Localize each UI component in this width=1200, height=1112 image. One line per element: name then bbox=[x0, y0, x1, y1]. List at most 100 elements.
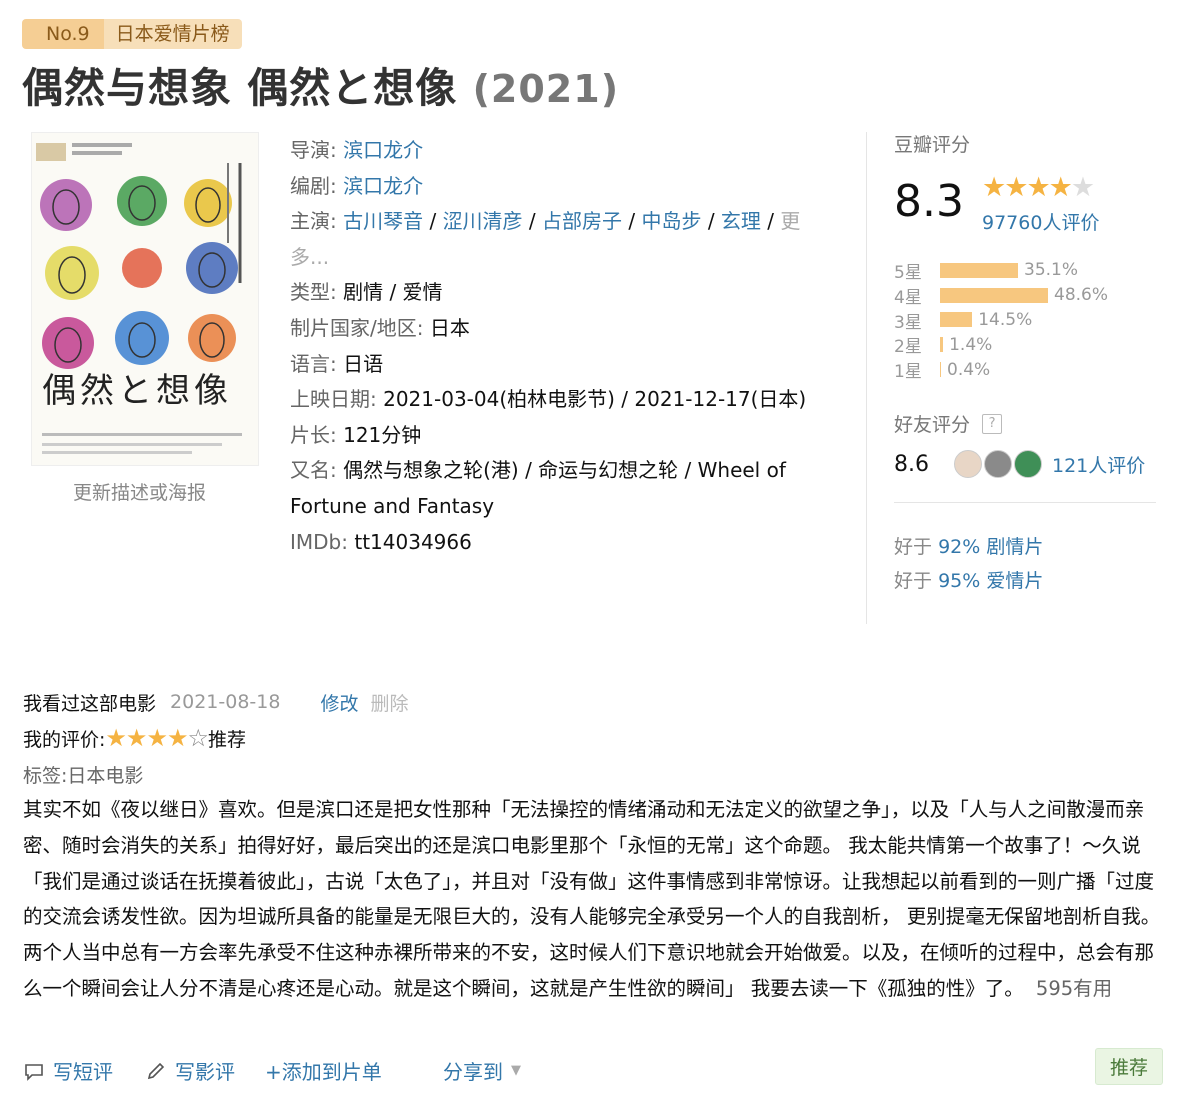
avatar[interactable] bbox=[1014, 450, 1042, 478]
distribution-percent: 48.6% bbox=[1054, 285, 1109, 306]
distribution-percent: 35.1% bbox=[1024, 260, 1079, 281]
comment-icon bbox=[25, 1063, 43, 1081]
star-filled-icon[interactable]: ★ bbox=[167, 724, 188, 752]
star-filled-icon: ★ bbox=[1048, 172, 1073, 203]
rating-count-link[interactable]: 97760人评价 bbox=[982, 208, 1099, 235]
language-value: 日语 bbox=[343, 351, 384, 376]
cast-link[interactable]: 占部房子 bbox=[542, 209, 622, 233]
better-than-percent[interactable]: 92% bbox=[938, 536, 980, 558]
genre-label: 类型: bbox=[290, 280, 337, 305]
star-filled-icon[interactable]: ★ bbox=[146, 724, 167, 752]
recommend-button[interactable]: 推荐 bbox=[1094, 1048, 1163, 1085]
movie-info: 导演: 滨口龙介 编剧: 滨口龙介 主演: 古川琴音 / 涩川清彦 / 占部房子… bbox=[290, 133, 835, 560]
better-than-prefix: 好于 bbox=[894, 570, 933, 592]
poster-artwork bbox=[32, 133, 258, 465]
vertical-divider bbox=[866, 132, 867, 624]
my-rating-word: 推荐 bbox=[207, 728, 246, 751]
my-review: 我看过这部电影 2021-08-18 修改 删除 我的评价: ★★★★☆ 推荐 … bbox=[23, 684, 1168, 1007]
distribution-label: 3星 bbox=[894, 312, 922, 333]
page-title: 偶然与想象 偶然と想像 (2021) bbox=[22, 54, 619, 114]
rank-list-name[interactable]: 日本爱情片榜 bbox=[103, 19, 242, 49]
share-button[interactable]: 分享到 ▼ bbox=[443, 1056, 521, 1085]
director-row: 导演: 滨口龙介 bbox=[290, 133, 835, 169]
friend-rating-label: 好友评分 bbox=[894, 414, 971, 436]
cast-link[interactable]: 中岛步 bbox=[641, 209, 701, 233]
distribution-bar bbox=[940, 337, 944, 353]
distribution-row: 2星 1.4% bbox=[894, 332, 1164, 358]
release-row: 上映日期: 2021-03-04(柏林电影节) / 2021-12-17(日本) bbox=[290, 382, 835, 418]
my-rating-stars[interactable]: ★★★★☆ bbox=[105, 724, 209, 752]
watched-label: 我看过这部电影 bbox=[23, 692, 157, 715]
rating-stars: ★★★★★ bbox=[982, 172, 1095, 203]
distribution-row: 5星 35.1% bbox=[894, 258, 1164, 283]
help-icon[interactable]: ? bbox=[982, 413, 1003, 434]
star-empty-icon: ★ bbox=[1070, 172, 1095, 203]
language-row: 语言: 日语 bbox=[290, 347, 835, 383]
delete-link[interactable]: 删除 bbox=[370, 689, 408, 716]
distribution-percent: 14.5% bbox=[978, 309, 1033, 330]
edit-link[interactable]: 修改 bbox=[320, 689, 358, 716]
distribution-bar bbox=[940, 312, 973, 328]
friend-count-link[interactable]: 121人评价 bbox=[1052, 451, 1145, 478]
short-review-label: 写短评 bbox=[53, 1060, 113, 1084]
cast-link[interactable]: 古川琴音 bbox=[343, 209, 423, 233]
star-filled-icon: ★ bbox=[982, 172, 1006, 203]
rating-panel: 豆瓣评分 8.3 ★★★★★ 97760人评价 5星 35.1% 4星 48.6% 3星… bbox=[894, 130, 1164, 592]
director-label: 导演: bbox=[290, 138, 337, 162]
distribution-percent: 1.4% bbox=[949, 334, 993, 355]
runtime-label: 片长: bbox=[290, 422, 337, 447]
genre-value: 剧情 / 爱情 bbox=[343, 280, 443, 305]
language-label: 语言: bbox=[290, 351, 337, 376]
distribution-row: 3星 14.5% bbox=[894, 308, 1164, 333]
director-link[interactable]: 滨口龙介 bbox=[343, 138, 423, 162]
watched-row: 我看过这部电影 2021-08-18 修改 删除 bbox=[23, 684, 1168, 720]
horizontal-divider bbox=[894, 502, 1156, 503]
avatar[interactable] bbox=[954, 450, 982, 478]
star-filled-icon[interactable]: ★ bbox=[105, 724, 126, 752]
country-label: 制片国家/地区: bbox=[290, 315, 424, 340]
aka-row: 又名: 偶然与想象之轮(港) / 命运与幻想之轮 / Wheel of Fort… bbox=[290, 453, 835, 524]
writer-row: 编剧: 滨口龙介 bbox=[290, 169, 835, 205]
cast-label: 主演: bbox=[290, 209, 337, 234]
star-filled-icon[interactable]: ★ bbox=[126, 724, 147, 752]
cast-row: 主演: 古川琴音 / 涩川清彦 / 占部房子 / 中岛步 / 玄理 / 更多..… bbox=[290, 209, 801, 269]
add-to-list-button[interactable]: +添加到片单 bbox=[265, 1056, 382, 1085]
star-empty-icon[interactable]: ☆ bbox=[187, 724, 208, 752]
cast-link[interactable]: 涩川清彦 bbox=[443, 209, 523, 233]
rank-number: No.9 bbox=[22, 19, 104, 49]
movie-title: 偶然与想象 偶然と想像 bbox=[22, 64, 458, 112]
rating-distribution: 5星 35.1% 4星 48.6% 3星 14.5% 2星 1.4% 1星 0.4% bbox=[894, 258, 1164, 382]
better-than-genre[interactable]: 剧情片 bbox=[986, 536, 1043, 558]
imdb-label: IMDb: bbox=[290, 529, 348, 554]
better-than-genre[interactable]: 爱情片 bbox=[986, 570, 1043, 592]
my-rating-label: 我的评价: bbox=[23, 728, 106, 751]
better-than-row: 好于 95% 爱情片 bbox=[894, 566, 1043, 593]
distribution-label: 5星 bbox=[894, 262, 922, 283]
distribution-label: 4星 bbox=[894, 287, 922, 308]
star-filled-icon: ★ bbox=[1026, 172, 1050, 203]
aka-value: 偶然与想象之轮(港) / 命运与幻想之轮 / Wheel of Fortune … bbox=[290, 458, 786, 518]
useful-count[interactable]: 595有用 bbox=[1036, 977, 1112, 1000]
rank-badge[interactable]: No.9 日本爱情片榜 bbox=[22, 19, 242, 49]
runtime-row: 片长: 121分钟 bbox=[290, 418, 835, 454]
writer-link[interactable]: 滨口龙介 bbox=[343, 174, 423, 198]
country-value: 日本 bbox=[429, 315, 470, 340]
my-rating-row: 我的评价: ★★★★☆ 推荐 bbox=[23, 720, 1168, 756]
release-label: 上映日期: bbox=[290, 387, 377, 412]
movie-poster[interactable]: 偶然と想像 bbox=[31, 132, 259, 466]
avatar[interactable] bbox=[984, 450, 1012, 478]
update-poster-link[interactable]: 更新描述或海报 bbox=[73, 478, 206, 505]
distribution-row: 4星 48.6% bbox=[894, 283, 1164, 308]
friend-rating-row: 8.6 121人评价 bbox=[894, 450, 1145, 478]
imdb-value: tt14034966 bbox=[354, 529, 472, 554]
release-value: 2021-03-04(柏林电影节) / 2021-12-17(日本) bbox=[383, 387, 807, 412]
rating-score: 8.3 bbox=[894, 176, 964, 227]
cast-link[interactable]: 玄理 bbox=[721, 209, 761, 233]
runtime-value: 121分钟 bbox=[343, 422, 422, 447]
country-row: 制片国家/地区: 日本 bbox=[290, 311, 835, 347]
add-to-list-label: +添加到片单 bbox=[265, 1060, 382, 1084]
distribution-bar bbox=[940, 362, 941, 378]
long-review-button[interactable]: 写影评 bbox=[145, 1056, 235, 1085]
better-than-percent[interactable]: 95% bbox=[938, 570, 980, 592]
short-review-button[interactable]: 写短评 bbox=[23, 1056, 113, 1085]
